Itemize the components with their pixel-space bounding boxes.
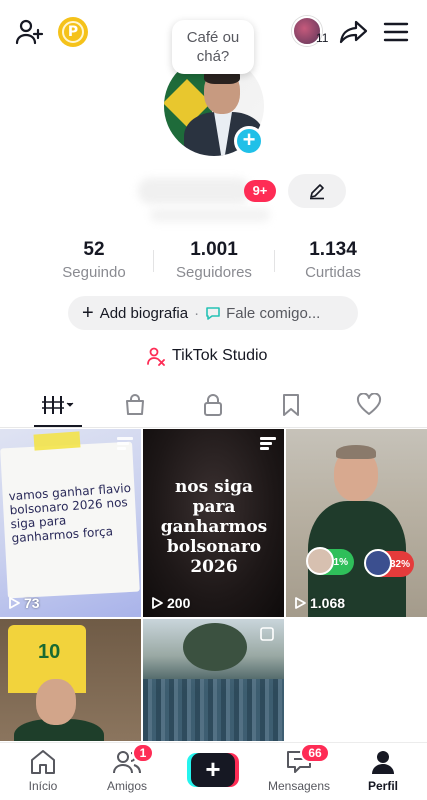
bubble-line-2: chá? [196,48,230,65]
stats-row: 52 Seguindo 1.001 Seguidores 1.134 Curti… [0,238,427,284]
add-avatar-plus-icon[interactable]: + [234,126,264,156]
nav-home-label: Início [28,779,58,793]
status-bubble[interactable]: Café ou chá? [172,20,254,74]
content-tabs [0,384,427,428]
video-tile[interactable]: nos siga para ganharmos bolsonaro 2026 2… [143,429,284,617]
person-head [36,679,76,725]
heart-icon [356,393,382,415]
jersey-number: 10 [38,641,61,663]
home-icon [31,750,55,774]
stats-divider [153,250,154,272]
contact-me-label[interactable]: Fale comigo... [226,305,320,322]
plus-icon: + [82,302,94,324]
view-count-value: 1.068 [310,595,346,611]
crowd-shape [143,679,284,741]
likes-count: 1.134 [309,239,357,260]
followers-label: Seguidores [176,264,252,281]
bottom-nav: Início 1 Amigos + 66 Mensagens Perfil [0,742,427,800]
followers-count: 1.001 [190,239,238,260]
blurred-username [150,208,270,222]
tab-videos[interactable] [38,390,78,420]
video-caption-overlay: vamos ganhar flavio bolsonaro 2026 nos s… [8,480,132,546]
view-count-value: 73 [24,595,40,611]
bio-pill[interactable]: + Add biografia · Fale comigo... [68,296,358,330]
view-count-value: 200 [167,595,191,611]
play-icon [295,597,306,609]
friends-badge: 1 [132,743,154,763]
play-icon [9,597,20,609]
stats-divider [274,250,275,272]
studio-label: TikTok Studio [172,347,268,364]
candidate-avatar-a [306,547,334,575]
pinned-icon [260,437,276,450]
tab-private[interactable] [193,390,233,420]
video-tile[interactable]: 61% 32% 1.068 [286,429,427,617]
stat-followers[interactable]: 1.001 Seguidores [166,238,262,283]
pinned-icon [117,437,133,450]
profile-icon [372,751,394,774]
view-count: 73 [8,595,40,611]
candidate-avatar-b [364,549,392,577]
notification-badge[interactable]: 9+ [244,180,276,202]
nav-inbox[interactable]: 66 Mensagens [262,743,336,793]
coin-label: P [62,21,84,43]
bio-separator: · [194,304,200,322]
tab-liked[interactable] [349,390,389,420]
active-tab-indicator [34,425,82,427]
person-hair [336,445,376,459]
nav-friends[interactable]: 1 Amigos [92,743,162,793]
add-bio-label[interactable]: Add biografia [100,305,188,322]
video-tile[interactable]: 10 [0,619,141,741]
video-tile[interactable]: vamos ganhar flavio bolsonaro 2026 nos s… [0,429,141,617]
nav-profile[interactable]: Perfil [348,747,418,793]
studio-person-icon [146,346,166,366]
tab-saved[interactable] [271,390,311,420]
videos-grid-icon [42,396,74,414]
stat-likes[interactable]: 1.134 Curtidas [294,238,372,283]
nav-profile-label: Perfil [367,779,398,793]
nav-inbox-label: Mensagens [267,779,331,793]
video-tile[interactable] [143,619,284,741]
chat-bubble-icon [205,305,221,321]
share-icon[interactable] [338,17,370,47]
add-friend-icon[interactable] [14,16,46,48]
nav-home[interactable]: Início [8,747,78,793]
following-label: Seguindo [62,264,126,281]
tree-shape [183,623,247,671]
create-plus-icon: + [191,753,235,787]
video-caption-overlay: nos siga para ganharmos bolsonaro 2026 [160,477,268,577]
nav-friends-label: Amigos [106,779,147,793]
tiktok-studio-link[interactable]: TikTok Studio [146,344,267,368]
tab-shop[interactable] [115,390,155,420]
bubble-line-1: Café ou [186,29,240,46]
stat-following[interactable]: 52 Seguindo [52,238,136,283]
yellow-tape [33,431,81,451]
shop-bag-icon [126,394,144,415]
coins-icon[interactable]: P [58,17,88,47]
edit-profile-button[interactable] [288,174,346,208]
view-count: 200 [151,595,190,611]
multi-photo-icon [260,627,274,641]
story-count: 11 [316,31,329,45]
following-count: 52 [83,239,105,260]
likes-label: Curtidas [305,264,361,281]
menu-icon[interactable] [382,18,410,46]
inbox-badge: 66 [300,743,330,763]
bookmark-icon [283,394,299,416]
blurred-display-name [138,178,250,204]
lock-icon [204,394,222,416]
play-icon [152,597,163,609]
pencil-icon [310,184,324,200]
create-button[interactable]: + [187,753,239,787]
view-count: 1.068 [294,595,345,611]
